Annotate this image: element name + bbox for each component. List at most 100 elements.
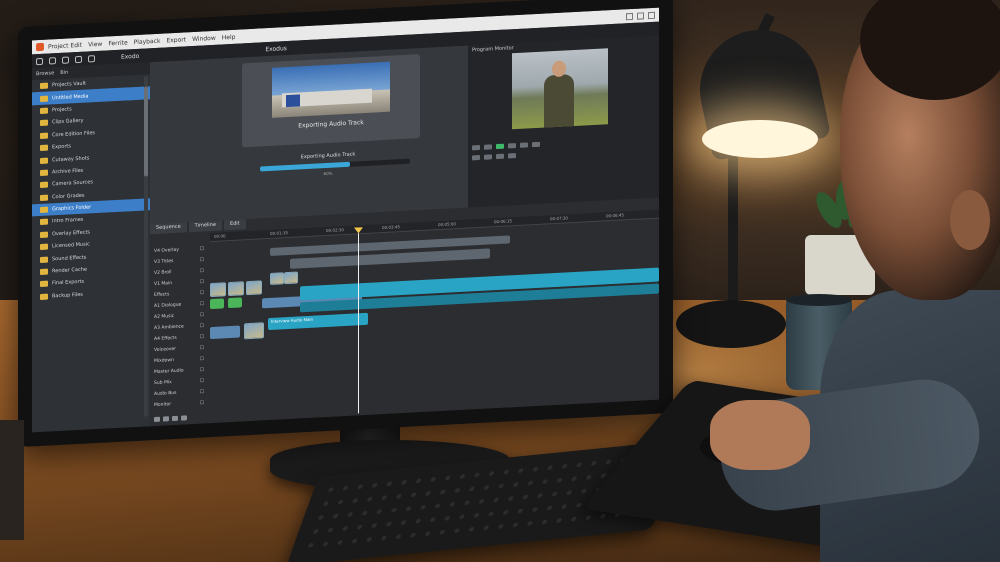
viewer-title: Program Monitor [472, 45, 514, 54]
app-icon [36, 42, 44, 52]
menu-window[interactable]: Window [192, 34, 216, 42]
play-icon[interactable] [472, 144, 480, 151]
folder-label: Final Exports [52, 279, 85, 287]
viewer-controls [472, 136, 655, 186]
menu-playback[interactable]: Playback [134, 37, 161, 45]
folder-label: Clips Gallery [52, 118, 84, 126]
track-name: Sub Mix [154, 380, 172, 387]
volume-icon[interactable] [496, 153, 504, 160]
menu-help[interactable]: Help [222, 33, 236, 41]
menu-project-edit[interactable]: Project Edit [48, 41, 82, 50]
track-name: V4 Overlay [154, 247, 179, 255]
track-name: Audio Bus [154, 390, 177, 398]
program-monitor: Program Monitor [468, 35, 659, 208]
lock-icon[interactable]: □ [200, 279, 204, 284]
pencil-cup [0, 420, 24, 540]
track-name: V1 Main [154, 281, 173, 288]
lock-icon[interactable]: □ [200, 400, 204, 405]
tab-timeline[interactable]: Timeline [188, 220, 222, 233]
video-clip[interactable] [244, 322, 264, 340]
cut-icon[interactable] [75, 55, 82, 63]
center-tab[interactable]: Exodus [265, 45, 287, 53]
folder-icon [40, 169, 48, 176]
track-name: V2 Broll [154, 270, 172, 277]
tab-sequence[interactable]: Sequence [150, 222, 187, 235]
video-clip[interactable] [270, 272, 284, 285]
lock-icon[interactable]: □ [200, 246, 204, 251]
mark-out-icon[interactable] [520, 142, 528, 148]
menu-view[interactable]: View [88, 40, 102, 48]
step-forward-icon[interactable] [484, 154, 492, 160]
loop-icon[interactable] [532, 141, 540, 148]
ruler-time-label: 00:07:30 [550, 215, 568, 222]
lock-icon[interactable]: □ [200, 312, 204, 317]
tab-browse[interactable]: Browse [36, 70, 54, 77]
video-clip[interactable] [210, 298, 224, 310]
folder-label: Color Grades [52, 192, 85, 201]
record-icon[interactable] [496, 143, 504, 150]
audio-clip[interactable] [210, 325, 240, 340]
tab-bin[interactable]: Bin [60, 70, 68, 76]
folder-label: Projects Vault [52, 80, 86, 89]
lock-icon[interactable]: □ [200, 334, 204, 339]
folder-label: Archive Files [52, 167, 84, 176]
lock-icon[interactable]: □ [200, 268, 204, 273]
viewer-frame [512, 48, 608, 130]
menu-export[interactable]: Export [166, 36, 186, 44]
zoom-icon[interactable] [172, 415, 178, 422]
folder-icon [40, 243, 48, 251]
track-name: Voiceover [154, 346, 177, 354]
lock-icon[interactable]: □ [200, 378, 204, 383]
video-clip[interactable] [284, 271, 298, 285]
ruler-time-label: 00:06:15 [494, 218, 512, 225]
video-clip[interactable] [246, 280, 262, 296]
folder-label: Render Cache [52, 266, 87, 275]
video-clip[interactable] [228, 297, 242, 309]
folder-label: Projects [52, 106, 72, 114]
lock-icon[interactable]: □ [200, 345, 204, 350]
track-name: A4 Effects [154, 335, 177, 343]
lock-icon[interactable]: □ [200, 356, 204, 361]
lock-icon[interactable]: □ [200, 301, 204, 306]
folder-label: Graphics Folder [52, 204, 92, 213]
playhead[interactable] [358, 233, 359, 414]
track-header[interactable]: Monitor □ [150, 397, 208, 411]
video-clip[interactable] [228, 281, 244, 297]
pause-icon[interactable] [484, 144, 492, 150]
link-icon[interactable] [163, 416, 169, 422]
mark-in-icon[interactable] [508, 143, 516, 149]
folder-label: Overlay Effects [52, 229, 91, 238]
folder-icon [40, 157, 48, 164]
video-clip[interactable] [210, 282, 226, 298]
folder-icon [40, 194, 48, 201]
lock-icon[interactable]: □ [200, 257, 204, 262]
audio-clip-main[interactable]: Interview Audio Main [268, 312, 368, 331]
maximize-icon[interactable] [637, 11, 644, 20]
step-back-icon[interactable] [472, 154, 480, 161]
sidebar-scrollbar[interactable] [144, 76, 148, 417]
lock-icon[interactable]: □ [200, 367, 204, 372]
fullscreen-icon[interactable] [508, 153, 516, 159]
person-hand [710, 400, 810, 470]
folder-label: Backup Files [52, 291, 83, 300]
back-icon[interactable] [36, 57, 43, 65]
lock-icon[interactable]: □ [200, 389, 204, 394]
timeline-panel: Sequence Timeline Edit 00:00 00:01:15 00:0… [150, 197, 659, 427]
lock-icon[interactable]: □ [200, 290, 204, 295]
minimize-icon[interactable] [626, 12, 633, 20]
folder-label: Exports [52, 143, 71, 151]
menu-ferrite[interactable]: Ferrite [108, 39, 127, 47]
lock-icon[interactable]: □ [200, 323, 204, 328]
refresh-icon[interactable] [49, 56, 56, 65]
marker-icon[interactable] [181, 415, 187, 421]
lamp-base [676, 300, 786, 348]
tab-edit[interactable]: Edit [223, 219, 246, 231]
snap-icon[interactable] [154, 416, 160, 423]
editor-screen: Project Edit View Ferrite Playback Expor… [32, 7, 659, 433]
scrollbar-thumb[interactable] [144, 86, 148, 177]
ruler-time-label: 00:00 [214, 233, 226, 239]
import-icon[interactable] [62, 55, 69, 64]
settings-icon[interactable] [88, 54, 95, 62]
close-icon[interactable] [648, 11, 655, 19]
ruler-time-label: 00:03:45 [382, 224, 400, 231]
